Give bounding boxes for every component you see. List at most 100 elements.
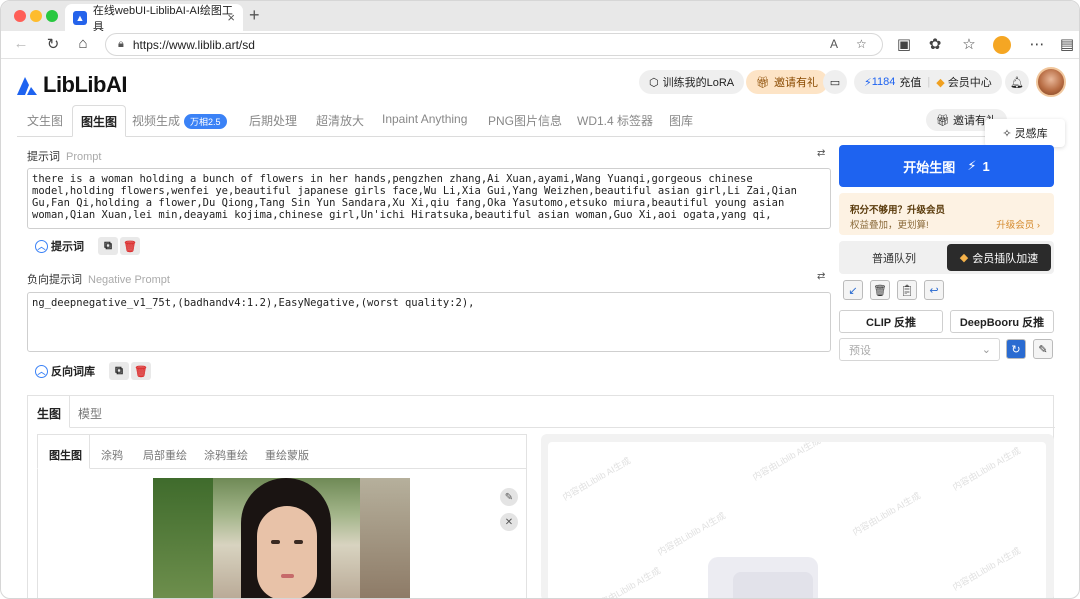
output-canvas: 内容由Liblib AI生成 内容由Liblib AI生成 内容由Liblib …	[548, 442, 1046, 598]
back-icon[interactable]: ←	[11, 35, 31, 52]
browser-toolbar: ← ↻ ⌂ 🔒︎ https://www.liblib.art/sd A ☆ ▣…	[1, 31, 1079, 59]
preset-select[interactable]: 预设 ⌄	[839, 338, 1000, 361]
img-tab-underline	[90, 468, 527, 469]
notification-button[interactable]: 🔔︎	[1005, 70, 1029, 94]
tab-generate[interactable]: 生图	[37, 405, 61, 422]
copy-icon[interactable]: ⧉	[98, 237, 118, 255]
tab-img2img-sub[interactable]: 图生图	[49, 447, 82, 463]
address-bar[interactable]: 🔒︎ https://www.liblib.art/sd A ☆	[105, 33, 883, 56]
maximize-window-icon[interactable]	[46, 10, 58, 22]
tab-txt2img[interactable]: 文生图	[27, 112, 63, 129]
bell-icon: 🔔︎	[1010, 76, 1024, 89]
copy-icon[interactable]: ⧉	[109, 362, 129, 380]
trash-icon[interactable]: 🗑︎	[120, 237, 140, 255]
negative-prompt-textarea[interactable]: ng_deepnegative_v1_75t,(badhandv4:1.2),E…	[27, 292, 831, 352]
liblib-logo-icon	[17, 77, 37, 95]
lightning-icon: ⚡	[864, 76, 872, 89]
negative-toggle-label[interactable]: 反向词库	[51, 363, 95, 379]
chevron-up-icon[interactable]: ︿	[35, 364, 48, 378]
home-icon[interactable]: ⌂	[73, 35, 93, 52]
member-center-label[interactable]: 会员中心	[948, 74, 992, 90]
clipboard-icon[interactable]: 📋︎	[897, 280, 917, 300]
browser-tab[interactable]: ▲ 在线webUI-LiblibAI-AI绘图工具 ×	[65, 4, 243, 33]
prompt-label-zh: 提示词	[27, 151, 60, 163]
pencil-icon[interactable]: ✎	[500, 488, 518, 506]
photo-wall-right	[360, 478, 410, 598]
tab-img2img[interactable]: 图生图	[72, 105, 127, 137]
tab-inpaint-anything[interactable]: Inpaint Anything	[382, 112, 467, 126]
read-aloud-icon[interactable]: A	[830, 37, 838, 51]
liblib-favicon-icon: ▲	[73, 10, 87, 25]
folder-button[interactable]: ▭	[823, 70, 847, 94]
prompt-toggle-label[interactable]: 提示词	[51, 238, 84, 254]
more-icon[interactable]: ⋯	[1027, 35, 1047, 53]
normal-queue-button[interactable]: 普通队列	[844, 244, 944, 271]
trash-icon[interactable]: 🗑︎	[131, 362, 151, 380]
refresh-icon[interactable]: ↻	[1006, 339, 1026, 359]
credits-count: 1184	[871, 76, 896, 88]
puzzle-icon[interactable]: ✿	[925, 35, 945, 53]
minimize-window-icon[interactable]	[30, 10, 42, 22]
tab-sketch[interactable]: 涂鸦	[101, 447, 123, 463]
arrow-icon[interactable]: ↙	[843, 280, 863, 300]
tab-png-info[interactable]: PNG图片信息	[488, 112, 562, 129]
avatar[interactable]	[1036, 67, 1066, 97]
train-lora-label: 训练我的LoRA	[662, 77, 735, 89]
output-gallery: 内容由Liblib AI生成 内容由Liblib AI生成 内容由Liblib …	[541, 434, 1054, 598]
profile-icon[interactable]	[993, 36, 1011, 54]
tab-model[interactable]: 模型	[78, 405, 102, 422]
negative-label-en: Negative Prompt	[88, 274, 170, 286]
gift-icon: 🎁︎	[756, 76, 770, 89]
trash-icon[interactable]: 🗑︎	[870, 280, 890, 300]
translate-icon[interactable]: ⇄	[817, 271, 825, 282]
watermark: 内容由Liblib AI生成	[950, 545, 1023, 593]
tab-close-icon[interactable]: ×	[227, 10, 235, 25]
priority-queue-button[interactable]: ◆ 会员插队加速	[947, 244, 1051, 271]
tab-video[interactable]: 视频生成 万相2.5	[132, 112, 227, 129]
invite-button[interactable]: 🎁︎ 邀请有礼	[746, 70, 828, 94]
tab-postprocess[interactable]: 后期处理	[249, 112, 297, 129]
inspiration-button[interactable]: ✧ 灵感库	[985, 119, 1065, 147]
undo-icon[interactable]: ↩	[924, 280, 944, 300]
tab-inpaint-sketch[interactable]: 涂鸦重绘	[204, 447, 248, 463]
prompt-label-en: Prompt	[66, 151, 102, 163]
uploaded-image[interactable]	[153, 478, 410, 598]
browser-window: ▲ 在线webUI-LiblibAI-AI绘图工具 × + ← ↻ ⌂ 🔒︎ h…	[0, 0, 1080, 599]
reload-icon[interactable]: ↻	[43, 35, 63, 53]
prompt-textarea[interactable]: there is a woman holding a bunch of flow…	[27, 168, 831, 229]
new-tab-icon[interactable]: +	[249, 5, 260, 26]
close-window-icon[interactable]	[14, 10, 26, 22]
diamond-icon: ◆	[959, 252, 969, 264]
photo-face	[257, 506, 317, 598]
vip-upsell-card[interactable]: 积分不够用？升级会员 权益叠加，更划算! 升级会员 ›	[839, 193, 1054, 235]
sidebar-icon[interactable]: ▤	[1057, 35, 1077, 53]
liblib-logo[interactable]: LibLibAI	[15, 72, 127, 98]
credits-recharge-button[interactable]: ⚡ 1184 充值 | ◆ 会员中心	[854, 70, 1002, 94]
tab-inpaint[interactable]: 局部重绘	[143, 447, 187, 463]
preset-placeholder: 预设	[849, 344, 871, 357]
deepbooru-interrogate-button[interactable]: DeepBooru 反推	[950, 310, 1054, 333]
tab-video-badge: 万相2.5	[184, 114, 227, 129]
generate-button[interactable]: 开始生图 ⚡ 1	[839, 145, 1054, 187]
watermark: 内容由Liblib AI生成	[850, 490, 923, 538]
lower-tab-underline	[70, 427, 1055, 428]
divider: |	[927, 76, 931, 88]
tab-gallery[interactable]: 图库	[669, 112, 693, 129]
clip-interrogate-button[interactable]: CLIP 反推	[839, 310, 943, 333]
favorites-icon[interactable]: ☆	[959, 35, 979, 53]
chevron-up-icon[interactable]: ︿	[35, 239, 48, 253]
folder-icon: ▭	[829, 76, 841, 89]
edit-icon[interactable]: ✎	[1033, 339, 1053, 359]
tab-inpaint-upload[interactable]: 重绘蒙版	[265, 447, 309, 463]
photo-eye-right	[294, 540, 303, 544]
extension-icon[interactable]: ▣	[894, 35, 914, 53]
photo-lips	[281, 574, 294, 578]
upgrade-member-link[interactable]: 升级会员 ›	[996, 217, 1040, 231]
watermark: 内容由Liblib AI生成	[655, 510, 728, 558]
bookmark-star-icon[interactable]: ☆	[856, 37, 867, 51]
translate-icon[interactable]: ⇄	[817, 148, 825, 159]
tab-wd14-tagger[interactable]: WD1.4 标签器	[577, 112, 653, 129]
train-lora-button[interactable]: ⬡ 训练我的LoRA	[639, 70, 745, 94]
close-icon[interactable]: ✕	[500, 513, 518, 531]
tab-upscale[interactable]: 超清放大	[316, 112, 364, 129]
